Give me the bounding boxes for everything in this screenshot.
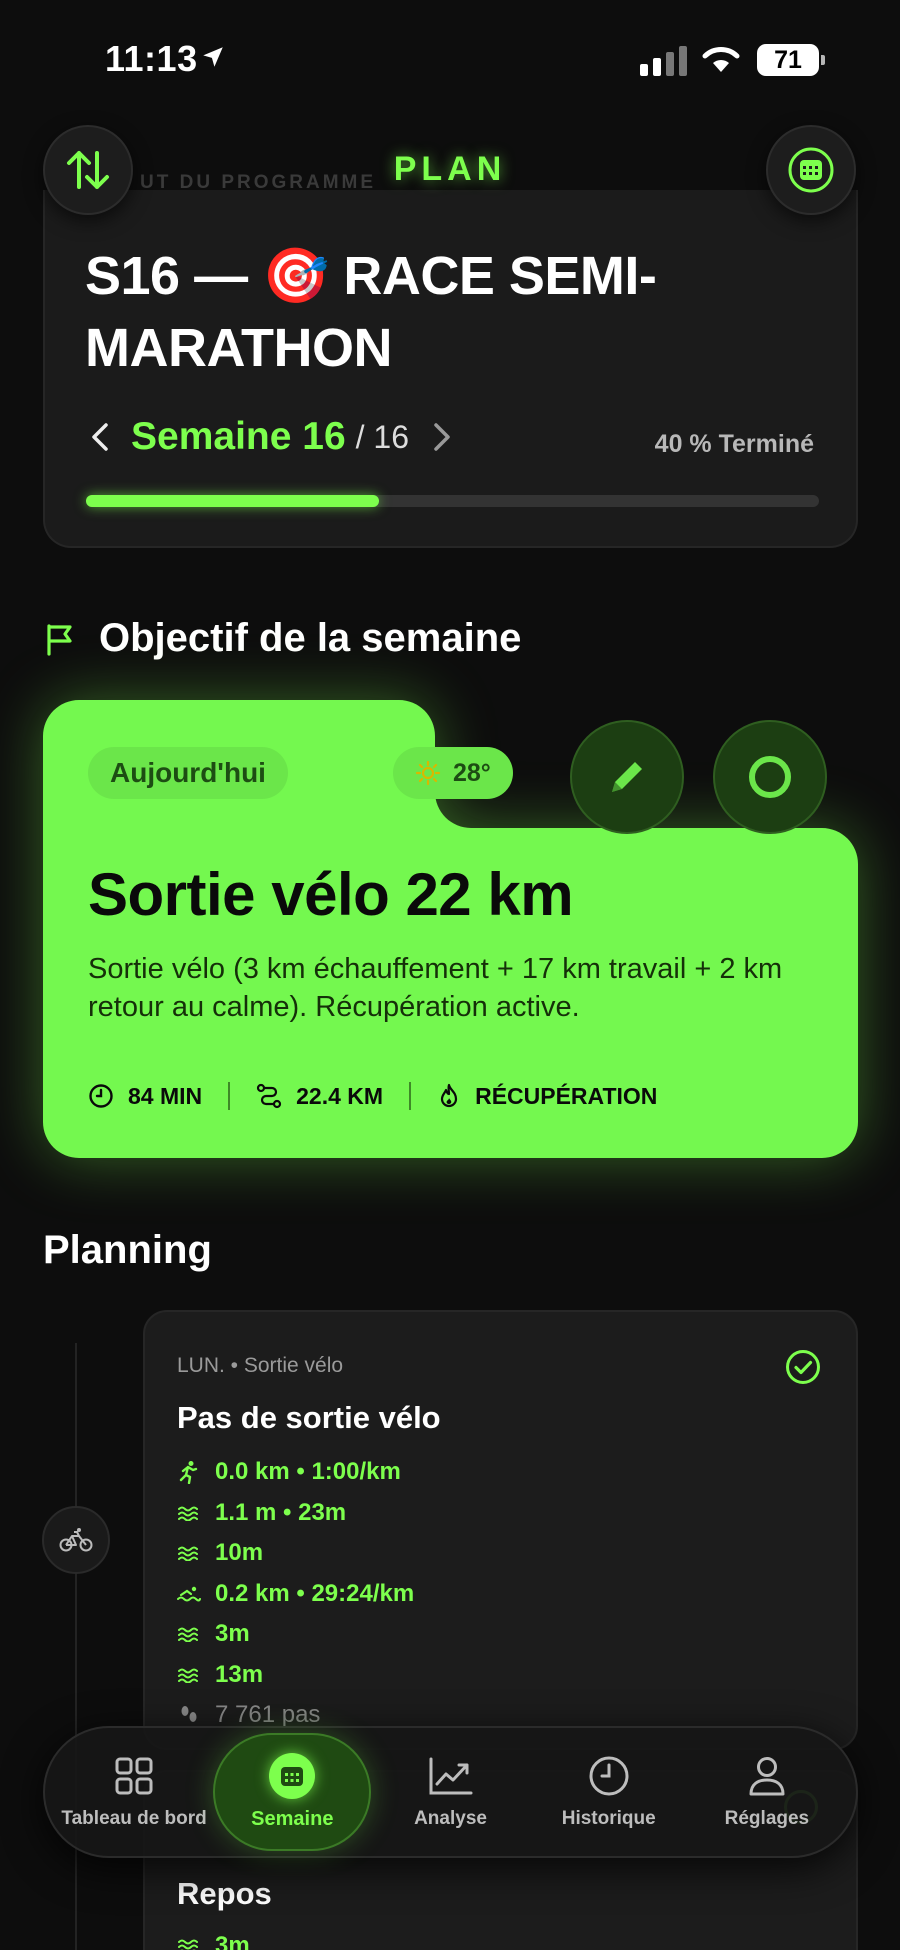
completed-check-icon — [784, 1348, 822, 1391]
battery-indicator: 71 — [757, 44, 825, 76]
tab-label: Semaine — [251, 1807, 334, 1830]
clock-icon — [588, 1754, 630, 1798]
duration-value: 84 MIN — [128, 1082, 203, 1109]
calendar-icon — [269, 1752, 316, 1799]
run-icon — [177, 1460, 201, 1485]
status-bar: 11:13 71 — [0, 0, 900, 120]
week-label: Semaine 16 — [131, 415, 346, 458]
grid-icon — [114, 1754, 154, 1798]
sort-arrows-icon — [67, 151, 109, 189]
waves-icon — [177, 1938, 201, 1950]
day-title: Repos — [177, 1876, 272, 1911]
duration-stat: 84 MIN — [88, 1083, 202, 1110]
objective-section-header: Objectif de la semaine — [43, 616, 521, 661]
metric-item: 10m — [177, 1533, 414, 1574]
person-icon — [748, 1754, 786, 1798]
waves-icon — [177, 1545, 201, 1562]
today-workout-card[interactable]: Aujourd'hui 28° Sortie vélo 22 km Sortie… — [43, 700, 858, 1158]
metric-item: 0.0 km • 1:00/km — [177, 1452, 414, 1493]
swim-icon — [177, 1586, 201, 1602]
chart-icon — [428, 1754, 474, 1798]
program-title: S16 — 🎯 RACE SEMI-MARATHON — [85, 246, 657, 378]
metric-item: 13m — [177, 1655, 414, 1696]
workout-stats: 84 MIN 22.4 KM RÉCUPÉRATION — [88, 1082, 657, 1110]
distance-stat: 22.4 KM — [256, 1083, 383, 1110]
edit-workout-button[interactable] — [570, 720, 684, 834]
sort-button[interactable] — [43, 125, 133, 215]
status-time: 11:13 — [105, 38, 198, 79]
calendar-button[interactable] — [766, 125, 856, 215]
bike-icon — [59, 1528, 93, 1552]
location-arrow-icon — [200, 44, 226, 75]
completion-text: 40 % Terminé — [654, 430, 814, 458]
weather-temperature: 28° — [453, 758, 491, 787]
waves-icon — [177, 1626, 201, 1643]
route-icon — [257, 1083, 282, 1109]
flag-icon — [47, 623, 72, 656]
program-progress-fill — [86, 495, 380, 507]
week-total: / 16 — [355, 418, 410, 455]
tab-label: Réglages — [724, 1808, 810, 1829]
footsteps-icon — [177, 1704, 201, 1726]
program-progress-bar — [86, 495, 819, 507]
today-badge: Aujourd'hui — [88, 747, 288, 799]
circle-icon — [749, 756, 791, 798]
weather-badge: 28° — [393, 747, 513, 799]
tab-label: Analyse — [414, 1808, 487, 1829]
stat-divider — [228, 1082, 231, 1110]
type-value: RÉCUPÉRATION — [475, 1082, 658, 1109]
day-title: Pas de sortie vélo — [177, 1400, 441, 1435]
waves-icon — [177, 1667, 201, 1683]
program-card: S16 — 🎯 RACE SEMI-MARATHON Semaine 16 / … — [43, 190, 858, 548]
metric-item: 3m — [177, 1932, 250, 1950]
distance-value: 22.4 KM — [296, 1082, 384, 1109]
previous-week-button[interactable] — [85, 417, 115, 457]
day-metrics-list: 0.0 km • 1:00/km 1.1 m • 23m 10m 0.2 km … — [177, 1452, 414, 1736]
tab-dashboard[interactable]: Tableau de bord — [55, 1733, 213, 1851]
complete-workout-button[interactable] — [713, 720, 827, 834]
tab-label: Historique — [561, 1808, 656, 1829]
waves-icon — [177, 1505, 201, 1521]
type-stat: RÉCUPÉRATION — [437, 1083, 657, 1110]
cellular-signal-icon — [640, 46, 687, 76]
timeline-node — [42, 1506, 110, 1574]
objective-section-title: Objectif de la semaine — [99, 616, 522, 660]
stat-divider — [409, 1082, 412, 1110]
page-title: PLAN — [393, 150, 507, 188]
metric-item: 0.2 km • 29:24/km — [177, 1574, 414, 1615]
wifi-icon — [700, 42, 742, 79]
tab-history[interactable]: Historique — [530, 1733, 688, 1851]
metric-item: 1.1 m • 23m — [177, 1493, 414, 1534]
workout-description: Sortie vélo (3 km échauffement + 17 km t… — [88, 953, 783, 1023]
workout-title: Sortie vélo 22 km — [88, 861, 574, 928]
tab-label: Tableau de bord — [61, 1808, 207, 1829]
next-week-button[interactable] — [427, 417, 457, 457]
metric-item: 3m — [177, 1614, 414, 1655]
sun-icon — [415, 760, 441, 786]
tab-settings[interactable]: Réglages — [688, 1733, 846, 1851]
tab-week[interactable]: Semaine — [213, 1733, 372, 1851]
day-card-monday[interactable]: LUN. • Sortie vélo Pas de sortie vélo 0.… — [143, 1310, 858, 1750]
timeline-line — [75, 1343, 77, 1950]
day-meta: LUN. • Sortie vélo — [177, 1354, 344, 1377]
clock-icon — [89, 1084, 113, 1108]
calendar-icon — [788, 147, 834, 193]
planning-title: Planning — [43, 1228, 212, 1272]
tab-analysis[interactable]: Analyse — [371, 1733, 529, 1851]
bottom-tab-bar: Tableau de bord Semaine Analyse Historiq… — [43, 1726, 858, 1858]
week-navigator: Semaine 16 / 16 — [85, 415, 457, 459]
flame-icon — [440, 1083, 458, 1108]
pencil-icon — [612, 762, 642, 792]
